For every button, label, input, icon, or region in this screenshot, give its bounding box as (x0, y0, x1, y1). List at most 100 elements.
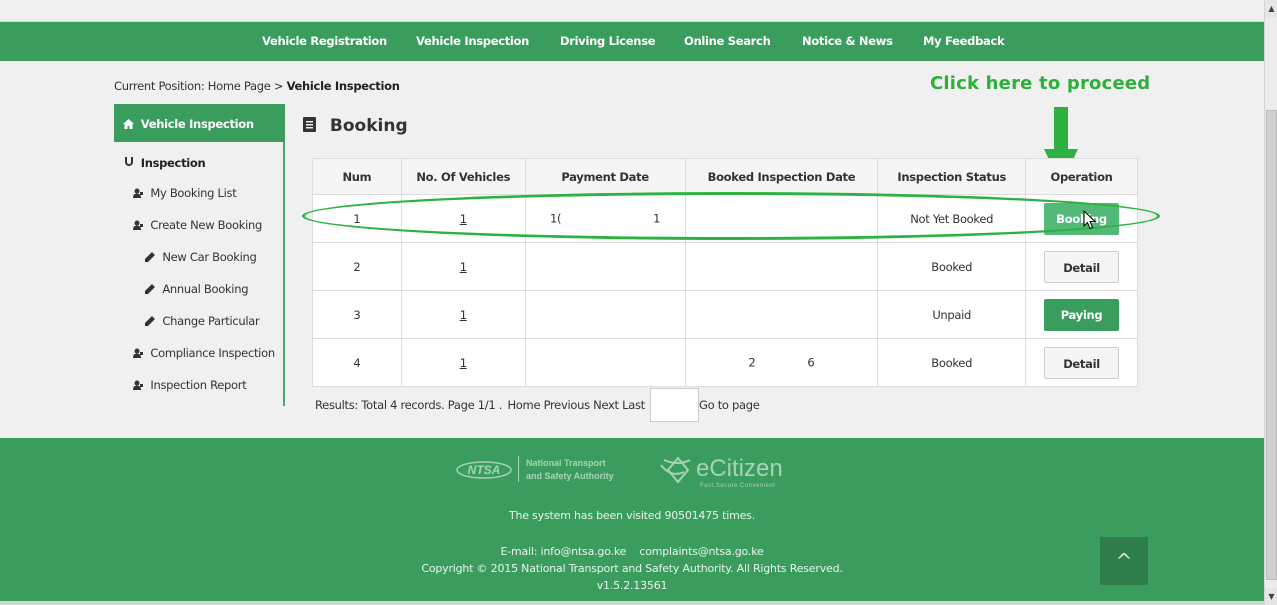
vehicles-link[interactable]: 1 (460, 260, 467, 274)
ntsa-logo: NTSA National Transport and Safety Autho… (456, 456, 614, 482)
pencil-icon (145, 284, 155, 294)
nav-vehicle-inspection[interactable]: Vehicle Inspection (416, 34, 529, 48)
pagination-previous[interactable]: Previous (544, 398, 591, 412)
chevron-up-icon: ^ (1115, 549, 1133, 573)
cell-status: Booked (877, 242, 1027, 291)
cell-payment-date (524, 338, 686, 387)
sidebar-header[interactable]: Vehicle Inspection (114, 104, 285, 142)
sidebar-item-annual-booking[interactable]: Annual Booking (145, 282, 249, 296)
header-num: Num (312, 158, 402, 195)
sidebar-item-label: Compliance Inspection (150, 346, 275, 360)
pagination-next[interactable]: Next (593, 398, 619, 412)
user-icon (133, 188, 143, 198)
breadcrumb: Current Position: Home Page > Vehicle In… (114, 79, 400, 93)
magnet-icon (125, 157, 133, 166)
vertical-scrollbar[interactable]: ▲ ▼ (1264, 0, 1277, 605)
cell-booked-date (684, 242, 879, 291)
booked-date-fragment: 2 (748, 355, 756, 369)
main-nav: Vehicle Registration Vehicle Inspection … (0, 22, 1264, 61)
redaction-mask (726, 258, 837, 275)
cell-status: Booked (877, 338, 1027, 387)
sidebar-item-new-car-booking[interactable]: New Car Booking (145, 250, 257, 264)
cell-vehicles: 1 (400, 290, 526, 339)
sidebar-item-label: New Car Booking (162, 250, 257, 264)
pagination-last[interactable]: Last (622, 398, 645, 412)
copyright: Copyright © 2015 National Transport and … (421, 562, 843, 575)
nav-online-search[interactable]: Online Search (684, 34, 771, 48)
cell-booked-date (684, 290, 879, 339)
page-title: Booking (303, 116, 408, 136)
sidebar-item-compliance-inspection[interactable]: Compliance Inspection (133, 346, 275, 360)
back-to-top-button[interactable]: ^ (1100, 537, 1148, 585)
pagination-summary: Results: Total 4 records. Page 1/1 . (315, 398, 503, 412)
sidebar-item-label: My Booking List (150, 186, 237, 200)
nav-driving-license[interactable]: Driving License (560, 34, 656, 48)
mouse-cursor-icon (1083, 210, 1097, 230)
header-vehicles: No. Of Vehicles (400, 158, 526, 195)
booked-date-fragment: 6 (807, 355, 815, 369)
go-to-page-link[interactable]: Go to page (699, 398, 760, 412)
paying-button[interactable]: Paying (1044, 298, 1120, 331)
footer: NTSA National Transport and Safety Autho… (0, 438, 1264, 605)
sidebar-item-inspection[interactable]: Inspection (124, 156, 206, 170)
cell-operation: Detail (1025, 338, 1138, 387)
page-number-input[interactable] (650, 388, 699, 422)
breadcrumb-prefix: Current Position: Home Page > (114, 79, 284, 93)
partner-logos: NTSA National Transport and Safety Autho… (456, 455, 783, 489)
sidebar: Vehicle Inspection Inspection My Booking… (114, 104, 285, 406)
cell-num: 4 (312, 338, 402, 387)
redaction-mask (755, 354, 808, 371)
ntsa-name-line2: and Safety Authority (526, 471, 614, 481)
sidebar-item-inspection-report[interactable]: Inspection Report (133, 378, 247, 392)
contact-emails: E-mail: info@ntsa.go.ke complaints@ntsa.… (0, 545, 1264, 558)
horizontal-scrollbar[interactable] (0, 601, 1264, 605)
cell-vehicles: 1 (400, 338, 526, 387)
version: v1.5.2.13561 (596, 579, 668, 592)
vehicles-link[interactable]: 1 (460, 356, 467, 370)
nav-vehicle-registration[interactable]: Vehicle Registration (262, 34, 387, 48)
vehicles-link[interactable]: 1 (460, 308, 467, 322)
annotation-text: Click here to proceed (930, 73, 1151, 94)
breadcrumb-current: Vehicle Inspection (286, 79, 400, 93)
cell-num: 2 (312, 242, 402, 291)
nav-my-feedback[interactable]: My Feedback (923, 34, 1005, 48)
redaction-mask (537, 258, 674, 275)
scroll-thumb[interactable] (1266, 110, 1277, 580)
table-row: 2 1 Booked Detail (312, 242, 1138, 291)
detail-button[interactable]: Detail (1044, 250, 1120, 283)
cell-operation: Paying (1025, 290, 1138, 339)
user-icon (133, 220, 143, 230)
highlight-ellipse (302, 192, 1160, 240)
email-complaints: complaints@ntsa.go.ke (639, 545, 764, 558)
ntsa-name-line1: National Transport (526, 458, 606, 468)
header-status: Inspection Status (877, 158, 1027, 195)
nav-notice-news[interactable]: Notice & News (802, 34, 893, 48)
table-header-row: Num No. Of Vehicles Payment Date Booked … (312, 158, 1138, 195)
sidebar-item-change-particular[interactable]: Change Particular (145, 314, 260, 328)
pagination: Results: Total 4 records. Page 1/1 . Hom… (315, 398, 645, 412)
scroll-down-arrow-icon[interactable]: ▼ (1265, 588, 1277, 605)
page-title-text: Booking (329, 116, 408, 136)
table-row: 4 1 2 6 Booked Detail (312, 338, 1138, 387)
sidebar-item-label: Inspection Report (150, 378, 247, 392)
ecitizen-tagline: Fast.Secure.Convenient (700, 483, 775, 489)
sidebar-header-label: Vehicle Inspection (140, 117, 254, 131)
sidebar-item-my-booking-list[interactable]: My Booking List (133, 186, 237, 200)
cell-num: 3 (312, 290, 402, 339)
sidebar-item-label: Change Particular (162, 314, 260, 328)
pencil-icon (145, 252, 155, 262)
document-icon (303, 117, 316, 132)
detail-button[interactable]: Detail (1044, 346, 1120, 379)
header-operation: Operation (1025, 158, 1138, 195)
cell-status: Unpaid (877, 290, 1027, 339)
sidebar-item-create-new-booking[interactable]: Create New Booking (133, 218, 262, 232)
content-area: Current Position: Home Page > Vehicle In… (0, 61, 1264, 438)
scroll-up-arrow-icon[interactable]: ▲ (1265, 0, 1277, 17)
header-payment-date: Payment Date (524, 158, 686, 195)
cell-payment-date (524, 242, 686, 291)
email-info: E-mail: info@ntsa.go.ke (500, 545, 627, 558)
pagination-home[interactable]: Home (507, 398, 540, 412)
sidebar-item-label: Annual Booking (162, 282, 249, 296)
redaction-mask (543, 354, 668, 371)
table-row: 3 1 Unpaid Paying (312, 290, 1138, 339)
